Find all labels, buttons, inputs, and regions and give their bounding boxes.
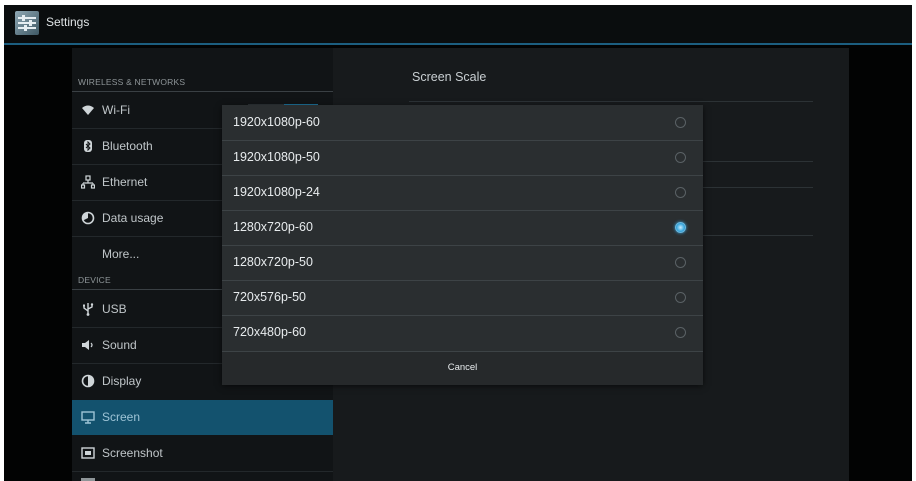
screen-scale-dialog: 1920x1080p-60 1920x1080p-50 1920x1080p-2… — [222, 105, 703, 385]
sidebar-item-label: Ethernet — [102, 175, 148, 189]
bluetooth-icon — [81, 139, 95, 153]
sidebar-item-label: Wi-Fi — [102, 103, 130, 117]
usb-icon — [81, 302, 95, 316]
resolution-option[interactable]: 1920x1080p-50 — [222, 140, 703, 175]
option-label: 720x576p-50 — [233, 290, 306, 304]
sidebar-item-label: Sound — [102, 338, 137, 352]
sidebar-item-label: Screenshot — [102, 446, 163, 460]
resolution-option[interactable]: 720x480p-60 — [222, 315, 703, 350]
sidebar-item-label: Data usage — [102, 211, 164, 225]
data-usage-icon — [81, 211, 95, 225]
radio-button[interactable] — [675, 187, 686, 198]
resolution-option[interactable]: 1280x720p-60 — [222, 210, 703, 245]
cancel-button[interactable]: Cancel — [222, 351, 703, 385]
action-bar: Settings — [4, 5, 912, 45]
app-title: Settings — [46, 15, 90, 29]
screen-icon — [81, 410, 95, 424]
sidebar-item-label: More... — [102, 247, 140, 261]
settings-icon[interactable] — [15, 11, 39, 35]
sidebar-item-label: Bluetooth — [102, 139, 153, 153]
pref-divider — [409, 101, 813, 102]
option-label: 1920x1080p-60 — [233, 115, 320, 129]
sidebar-item-label: Display — [102, 374, 142, 388]
sound-icon — [81, 338, 95, 352]
sidebar-item-screen[interactable]: Screen — [72, 400, 333, 435]
settings-screen: Settings WIRELESS & NETWORKS Wi-Fi Bluet… — [4, 5, 912, 481]
section-divider — [72, 91, 333, 92]
resolution-option[interactable]: 1280x720p-50 — [222, 245, 703, 280]
resolution-option[interactable]: 720x576p-50 — [222, 280, 703, 315]
section-header-wireless: WIRELESS & NETWORKS — [78, 77, 186, 87]
option-label: 720x480p-60 — [233, 325, 306, 339]
wifi-icon — [81, 103, 95, 117]
sidebar-item-screenshot[interactable]: Screenshot — [72, 436, 333, 471]
radio-button[interactable] — [675, 327, 686, 338]
option-label: 1920x1080p-50 — [233, 150, 320, 164]
radio-button-checked[interactable] — [675, 222, 686, 233]
radio-button[interactable] — [675, 257, 686, 268]
radio-button[interactable] — [675, 152, 686, 163]
screenshot-icon — [81, 446, 95, 460]
screen-scale-title: Screen Scale — [412, 70, 487, 84]
option-label: 1920x1080p-24 — [233, 185, 320, 199]
radio-button[interactable] — [675, 117, 686, 128]
resolution-option[interactable]: 1920x1080p-24 — [222, 175, 703, 210]
option-label: 1280x720p-50 — [233, 255, 313, 269]
resolution-option[interactable]: 1920x1080p-60 — [222, 105, 703, 140]
ethernet-icon — [80, 175, 96, 189]
section-header-device: DEVICE — [78, 275, 111, 285]
sidebar-item-label: Screen — [102, 410, 141, 424]
radio-button[interactable] — [675, 292, 686, 303]
sidebar-item-label: USB — [102, 302, 127, 316]
display-icon — [81, 374, 95, 388]
option-label: 1280x720p-60 — [233, 220, 313, 234]
nav-divider — [72, 471, 333, 472]
